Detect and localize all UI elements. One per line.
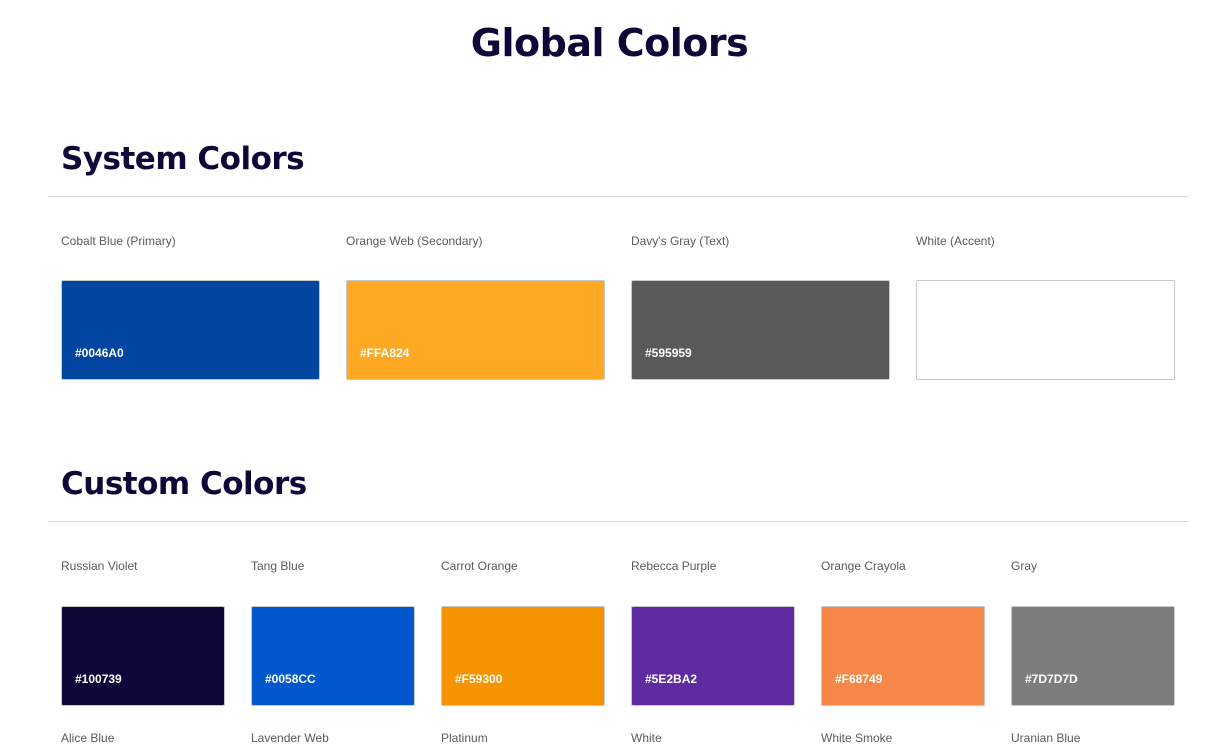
color-hex-value: #FFA824 bbox=[360, 346, 410, 360]
color-swatch: #F68749 bbox=[821, 606, 985, 706]
color-name-label: Alice Blue bbox=[61, 731, 115, 745]
color-hex-value: #595959 bbox=[645, 346, 692, 360]
page-title: Global Colors bbox=[470, 21, 749, 65]
color-name-label: Orange Web (Secondary) bbox=[346, 234, 483, 248]
color-name-label: Gray bbox=[1011, 559, 1038, 573]
color-name-label: Carrot Orange bbox=[441, 559, 518, 573]
color-swatch: #0058CC bbox=[251, 606, 415, 706]
color-swatch: #595959 bbox=[631, 280, 890, 380]
color-name-label: White (Accent) bbox=[916, 234, 995, 248]
section-divider bbox=[48, 521, 1188, 522]
color-name-label: Tang Blue bbox=[251, 559, 305, 573]
color-name-label: Russian Violet bbox=[61, 559, 138, 573]
style-guide-page: Global Colors System Colors Cobalt Blue … bbox=[0, 0, 1219, 749]
color-hex-value: #100739 bbox=[75, 672, 122, 686]
color-hex-value: #5E2BA2 bbox=[645, 672, 698, 686]
system-colors-heading: System Colors bbox=[61, 141, 305, 177]
color-swatch: #FFA824 bbox=[346, 280, 605, 380]
color-hex-value: #F59300 bbox=[455, 672, 503, 686]
color-name-label: White bbox=[631, 731, 662, 745]
color-name-label: Cobalt Blue (Primary) bbox=[61, 234, 176, 248]
color-hex-value: #7D7D7D bbox=[1025, 672, 1078, 686]
custom-colors-heading: Custom Colors bbox=[61, 466, 307, 502]
color-name-label: Uranian Blue bbox=[1011, 731, 1081, 745]
color-name-label: White Smoke bbox=[821, 731, 893, 745]
color-name-label: Davy's Gray (Text) bbox=[631, 234, 730, 248]
color-hex-value: #0046A0 bbox=[75, 346, 124, 360]
section-divider bbox=[48, 196, 1188, 197]
color-name-label: Orange Crayola bbox=[821, 559, 906, 573]
color-swatch bbox=[916, 280, 1175, 380]
color-hex-value: #F68749 bbox=[835, 672, 883, 686]
color-hex-value: #0058CC bbox=[265, 672, 316, 686]
color-swatch: #0046A0 bbox=[61, 280, 320, 380]
color-name-label: Rebecca Purple bbox=[631, 559, 717, 573]
color-name-label: Platinum bbox=[441, 731, 488, 745]
color-swatch: #7D7D7D bbox=[1011, 606, 1175, 706]
color-swatch: #100739 bbox=[61, 606, 225, 706]
color-name-label: Lavender Web bbox=[251, 731, 329, 745]
color-swatch: #5E2BA2 bbox=[631, 606, 795, 706]
color-swatch: #F59300 bbox=[441, 606, 605, 706]
